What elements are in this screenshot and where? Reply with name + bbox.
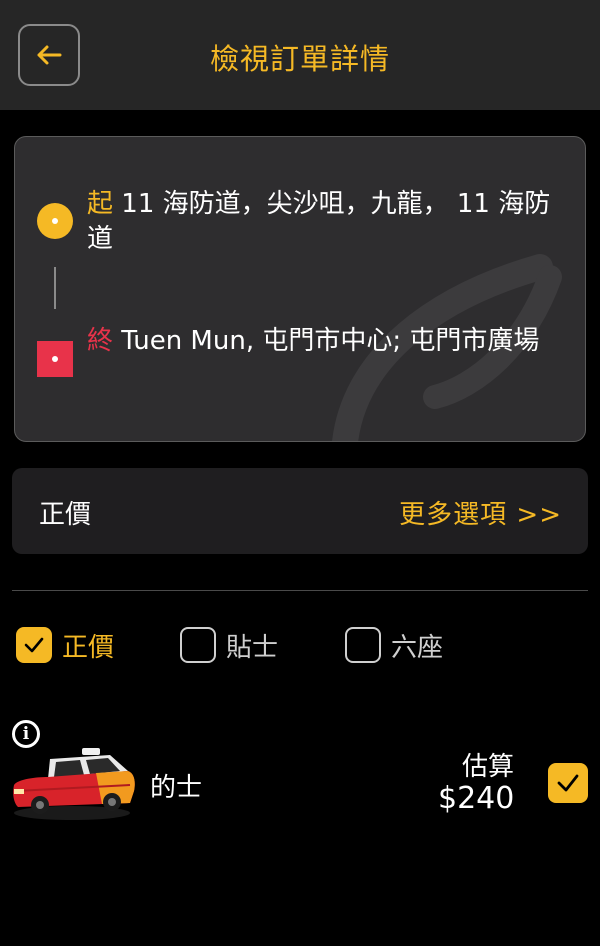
checkbox-checked-icon[interactable] [16,627,52,663]
checkbox-unchecked-icon[interactable] [345,627,381,663]
fare-type-label: 正價 [39,500,92,530]
info-icon[interactable]: i [12,720,40,748]
filter-label: 六座 [391,632,444,663]
header-bar: 檢視訂單詳情 [0,0,600,110]
checkmark-icon [557,774,579,792]
checkbox-unchecked-icon[interactable] [180,627,216,663]
filter-tip[interactable]: 貼士 [180,626,278,664]
filter-label: 正價 [62,632,115,663]
vehicle-name: 的士 [150,773,203,803]
start-pin-icon [37,203,73,239]
taxi-car-icon [13,748,135,820]
end-address[interactable]: 終 Tuen Mun, 屯門市中心; 屯門市廣場 [87,324,557,359]
end-tag: 終 [87,326,114,356]
estimated-price: $240 [438,781,515,816]
fare-option-bar: 正價 更多選項 >> [12,468,588,554]
page-title: 檢視訂單詳情 [209,42,390,76]
vehicle-select-checkbox[interactable] [548,763,588,803]
more-options-link[interactable]: 更多選項 >> [399,494,562,531]
route-connector-line [54,267,56,309]
end-address-text: Tuen Mun, 屯門市中心; 屯門市廣場 [121,326,540,356]
start-address[interactable]: 起 11 海防道，尖沙咀，九龍， 11 海防道 [87,187,557,257]
route-card: 起 11 海防道，尖沙咀，九龍， 11 海防道 終 Tuen Mun, 屯門市中… [14,136,586,442]
estimate-label: 估算 [462,752,515,782]
filter-six-seater[interactable]: 六座 [345,626,443,664]
start-tag: 起 [87,189,114,219]
end-pin-icon [37,341,73,377]
start-address-text: 11 海防道，尖沙咀，九龍， 11 海防道 [87,189,551,254]
filter-regular[interactable]: 正價 [16,626,114,664]
divider [12,590,588,591]
filter-label: 貼士 [226,632,279,663]
